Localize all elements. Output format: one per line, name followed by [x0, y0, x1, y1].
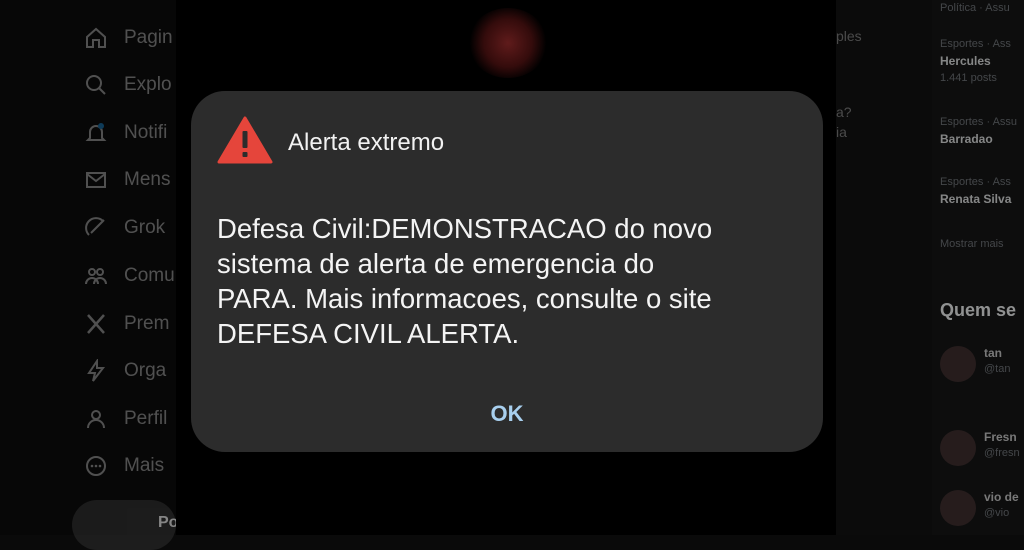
nav-label: Mais	[124, 455, 165, 476]
text-fragment: ia	[836, 124, 847, 140]
alert-message-line: DEFESA CIVIL ALERTA.	[217, 318, 520, 349]
lightning-icon	[87, 359, 106, 382]
nav-label: Notifi	[124, 122, 168, 143]
ok-button[interactable]: OK	[467, 391, 547, 437]
nav-item-grok[interactable]: Grok	[84, 214, 165, 242]
nav-label: Comu	[124, 265, 175, 286]
nav-label: Mens	[124, 169, 171, 190]
nav-item-communities[interactable]: Comu	[84, 262, 175, 290]
follow-handle: @vio	[984, 507, 1010, 519]
post-button[interactable]: Po	[72, 500, 178, 550]
trend-meta: Política · Assu	[940, 2, 1010, 14]
trend-count: 1.441 posts	[940, 72, 997, 84]
text-fragment: ples	[836, 28, 862, 44]
nav-label: Grok	[124, 217, 166, 238]
alert-title: Alerta extremo	[288, 129, 445, 156]
trend-name: Hercules	[940, 54, 991, 68]
follow-suggestion[interactable]: vio de @vio	[940, 490, 1019, 526]
nav-item-more[interactable]: Mais	[84, 452, 164, 480]
trend-name: Barradao	[940, 132, 993, 146]
alert-message-line: PARA. Mais informacoes, consulte o site	[217, 283, 712, 314]
profile-icon	[87, 410, 105, 429]
nav-label: Perfil	[124, 408, 168, 429]
follow-name: tan	[984, 346, 1002, 360]
alert-message: Defesa Civil:DEMONSTRACAO do novo sistem…	[217, 211, 817, 351]
trend-meta: Esportes · Ass	[940, 176, 1011, 188]
follow-suggestion[interactable]: tan @tan	[940, 346, 1010, 382]
nav-label: Pagin	[124, 27, 173, 48]
heart-image	[468, 8, 548, 78]
nav-item-organizations[interactable]: Orga	[84, 357, 166, 385]
follow-handle: @fresn	[984, 447, 1020, 459]
trend-item[interactable]: Esportes · Ass Hercules 1.441 posts	[940, 38, 1011, 84]
mail-icon	[86, 172, 106, 188]
show-more-link[interactable]: Mostrar mais	[940, 238, 1004, 250]
nav-item-notifications[interactable]: Notifi	[84, 119, 167, 147]
avatar	[940, 490, 976, 526]
avatar	[940, 346, 976, 382]
trend-item[interactable]: Política · Assu	[940, 2, 1010, 14]
more-icon	[86, 456, 106, 476]
search-icon	[86, 75, 106, 95]
show-more-label: Mostrar mais	[940, 238, 1004, 250]
nav-label: Orga	[124, 360, 167, 381]
emergency-alert-dialog: Alerta extremo Defesa Civil:DEMONSTRACAO…	[191, 91, 823, 452]
nav-item-messages[interactable]: Mens	[84, 166, 170, 194]
trend-item[interactable]: Esportes · Assu Barradao	[940, 116, 1017, 146]
nav-item-premium[interactable]: Prem	[84, 310, 169, 338]
avatar	[940, 430, 976, 466]
alert-message-line: sistema de alerta de emergencia do	[217, 248, 655, 279]
home-icon	[86, 27, 106, 48]
bell-icon	[85, 123, 107, 141]
trend-item[interactable]: Esportes · Ass Renata Silva	[940, 176, 1011, 206]
warning-triangle-icon	[217, 116, 273, 164]
nav-item-explore[interactable]: Explo	[84, 71, 172, 99]
follow-name: vio de	[984, 490, 1019, 504]
nav-label: Prem	[124, 313, 170, 334]
nav-label: Explo	[124, 74, 172, 95]
x-logo-icon	[87, 314, 105, 334]
trend-name: Renata Silva	[940, 192, 1012, 206]
nav-item-home[interactable]: Pagin	[84, 24, 173, 52]
follow-name: Fresn	[984, 430, 1017, 444]
right-sidebar: Política · Assu Esportes · Ass Hercules …	[932, 0, 1024, 535]
grok-icon	[85, 217, 105, 236]
who-to-follow-title: Quem se	[940, 300, 1017, 320]
timeline-fragment: ples a? ia	[836, 0, 932, 535]
text-fragment: a?	[836, 104, 852, 120]
nav-item-profile[interactable]: Perfil	[84, 405, 167, 433]
trend-meta: Esportes · Assu	[940, 116, 1018, 128]
follow-handle: @tan	[984, 363, 1011, 375]
alert-message-line: Defesa Civil:DEMONSTRACAO do novo	[217, 213, 713, 244]
communities-icon	[85, 268, 107, 285]
sidebar-nav: Pagin Explo Notifi Mens Grok Comu Prem O…	[0, 0, 178, 550]
trend-meta: Esportes · Ass	[940, 38, 1011, 50]
follow-suggestion[interactable]: Fresn @fresn	[940, 430, 1020, 466]
